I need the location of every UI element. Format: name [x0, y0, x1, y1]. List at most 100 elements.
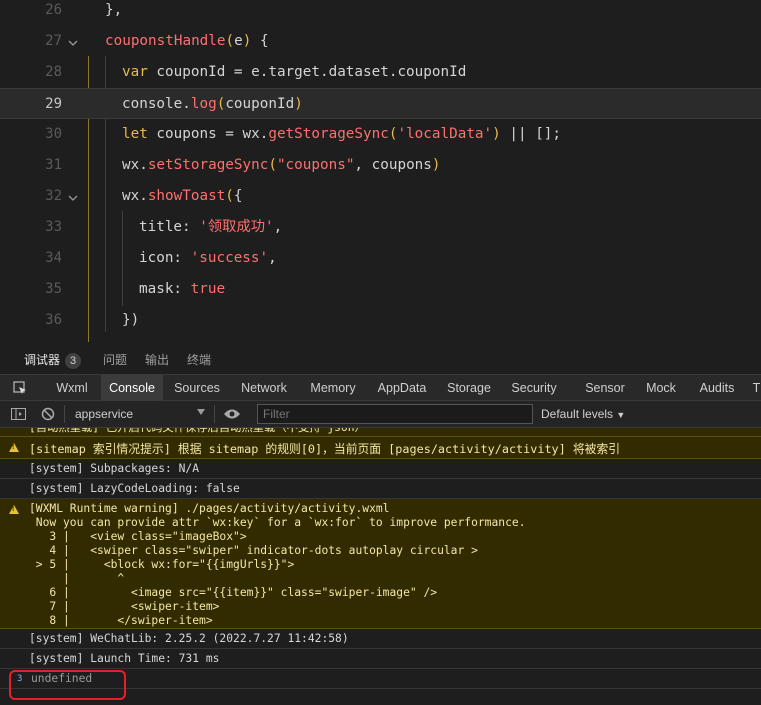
tab-storage[interactable]: Storage — [440, 375, 498, 401]
code-token: coupons = wx. — [147, 126, 269, 142]
line-number: 35 — [45, 281, 62, 297]
code-token: console. — [122, 96, 191, 112]
inspect-element-icon[interactable] — [6, 375, 34, 401]
log-levels-select[interactable]: Default levels ▼ — [541, 407, 625, 421]
code-token: getStorageSync — [268, 126, 389, 142]
log-levels-label: Default levels — [541, 407, 614, 421]
devtools-tab-bar: Wxml Console Sources Network Memory AppD… — [0, 374, 761, 401]
code-token: 'localData' — [397, 126, 493, 142]
console-message: [system] LazyCodeLoading: false — [29, 482, 240, 495]
code-token: title: — [139, 219, 200, 235]
code-text: couponstHandle(e) { — [105, 26, 269, 57]
code-line[interactable]: 35 mask: true — [0, 274, 761, 305]
code-text: mask: true — [139, 274, 225, 305]
console-warning-row: [sitemap 索引情况提示] 根据 sitemap 的规则[0]，当前页面 … — [0, 437, 761, 459]
code-line[interactable]: 33 title: '领取成功', — [0, 212, 761, 243]
caret-down-icon: ▼ — [616, 410, 626, 420]
line-number: 33 — [45, 219, 62, 235]
tab-memory[interactable]: Memory — [303, 375, 363, 401]
tab-debugger[interactable]: 调试器 3 — [24, 351, 82, 369]
context-select[interactable]: appservice — [75, 407, 133, 421]
warning-detail-line: > 5 | <block wx:for="{{imgUrls}}"> — [29, 558, 295, 571]
code-text: console.log(couponId) — [122, 89, 303, 120]
chevron-down-icon[interactable] — [197, 409, 205, 415]
line-number: 26 — [45, 2, 62, 18]
code-token: , — [268, 250, 277, 266]
sidebar-toggle-icon[interactable] — [11, 407, 26, 424]
warning-detail-line: 4 | <swiper class="swiper" indicator-dot… — [29, 544, 478, 557]
code-token: ( — [225, 188, 234, 204]
code-token: couponId = e.target.dataset.couponId — [147, 64, 467, 80]
code-line[interactable]: 29 console.log(couponId) — [0, 88, 761, 119]
code-token: ( — [225, 33, 235, 49]
code-line[interactable]: 32 wx.showToast({ — [0, 181, 761, 212]
tab-console[interactable]: Console — [101, 375, 163, 401]
code-token: setStorageSync — [147, 157, 269, 173]
code-token: let — [122, 126, 148, 142]
code-token: mask: — [139, 281, 191, 297]
tab-network[interactable]: Network — [233, 375, 295, 401]
tab-sources[interactable]: Sources — [167, 375, 227, 401]
code-token: '领取成功' — [199, 219, 274, 235]
warning-detail-line: 7 | <swiper-item> — [29, 600, 220, 613]
code-token: ( — [268, 157, 277, 173]
line-number: 27 — [45, 33, 62, 49]
warning-icon — [9, 505, 19, 514]
console-message: [system] Launch Time: 731 ms — [29, 652, 220, 665]
toolbar-divider — [214, 405, 215, 423]
console-log-row: [system] Subpackages: N/A — [0, 459, 761, 479]
toolbar-divider — [64, 405, 65, 423]
filter-input[interactable] — [257, 404, 533, 424]
tab-overflow[interactable]: T — [752, 375, 761, 401]
console-message: [system] Subpackages: N/A — [29, 462, 200, 475]
panel-tab-bar: 调试器 3 问题 输出 终端 — [0, 342, 761, 374]
code-token: || []; — [500, 126, 562, 142]
code-editor[interactable]: 26}, 27 couponstHandle(e) { 28 var couponId … — [0, 0, 761, 342]
code-line[interactable]: 27 couponstHandle(e) { — [0, 26, 761, 57]
tab-sensor[interactable]: Sensor — [580, 375, 630, 401]
fold-chevron-icon[interactable] — [68, 190, 78, 201]
fold-chevron-icon[interactable] — [68, 35, 78, 46]
code-token: log — [190, 96, 217, 112]
warning-detail-line: | ^ — [29, 572, 125, 585]
code-text: var couponId = e.target.dataset.couponId — [122, 57, 466, 88]
code-token: , — [273, 219, 283, 235]
code-text: wx.setStorageSync("coupons", coupons) — [122, 150, 441, 181]
line-number: 29 — [45, 96, 62, 112]
code-text: let coupons = wx.getStorageSync('localDa… — [122, 119, 561, 150]
code-token: { — [251, 33, 269, 49]
code-line[interactable]: 30 let coupons = wx.getStorageSync('local… — [0, 119, 761, 150]
code-token: showToast — [147, 188, 226, 204]
code-line[interactable]: 26}, — [0, 0, 761, 26]
tab-terminal[interactable]: 终端 — [187, 351, 211, 368]
tab-appdata[interactable]: AppData — [372, 375, 432, 401]
tab-security[interactable]: Security — [505, 375, 563, 401]
tab-wxml[interactable]: Wxml — [47, 375, 97, 401]
code-line[interactable]: 31 wx.setStorageSync("coupons", coupons) — [0, 150, 761, 181]
console-output[interactable]: [自动热重载] 已开启代码文件保存后自动热重载（不支持 json） [sitem… — [0, 428, 761, 705]
console-message: [自动热重载] 已开启代码文件保存后自动热重载（不支持 json） — [29, 428, 366, 436]
warning-icon — [9, 443, 19, 452]
warning-detail-line: 6 | <image src="{{item}}" class="swiper-… — [29, 586, 438, 599]
tab-mock[interactable]: Mock — [641, 375, 681, 401]
code-token: var — [122, 64, 148, 80]
warning-detail-line: Now you can provide attr `wx:key` for a … — [29, 516, 526, 529]
eye-icon[interactable] — [223, 408, 241, 423]
tab-audits[interactable]: Audits — [693, 375, 741, 401]
code-token: , coupons — [354, 157, 432, 173]
clear-console-icon[interactable] — [41, 407, 55, 424]
tab-output[interactable]: 输出 — [145, 351, 169, 368]
tab-problems[interactable]: 问题 — [103, 351, 127, 368]
code-line[interactable]: 34 icon: 'success', — [0, 243, 761, 274]
code-line[interactable]: 36}) — [0, 305, 761, 336]
console-toolbar: appservice Default levels ▼ — [0, 401, 761, 428]
code-token: }, — [105, 2, 123, 18]
line-number: 28 — [45, 64, 62, 80]
line-number: 30 — [45, 126, 62, 142]
code-line[interactable]: 28 var couponId = e.target.dataset.coupon… — [0, 57, 761, 88]
line-number: 34 — [45, 250, 62, 266]
console-log-row: [system] WeChatLib: 2.25.2 (2022.7.27 11… — [0, 629, 761, 649]
code-text: }) — [122, 305, 139, 336]
code-token: ) — [492, 126, 501, 142]
code-token: wx. — [122, 188, 148, 204]
